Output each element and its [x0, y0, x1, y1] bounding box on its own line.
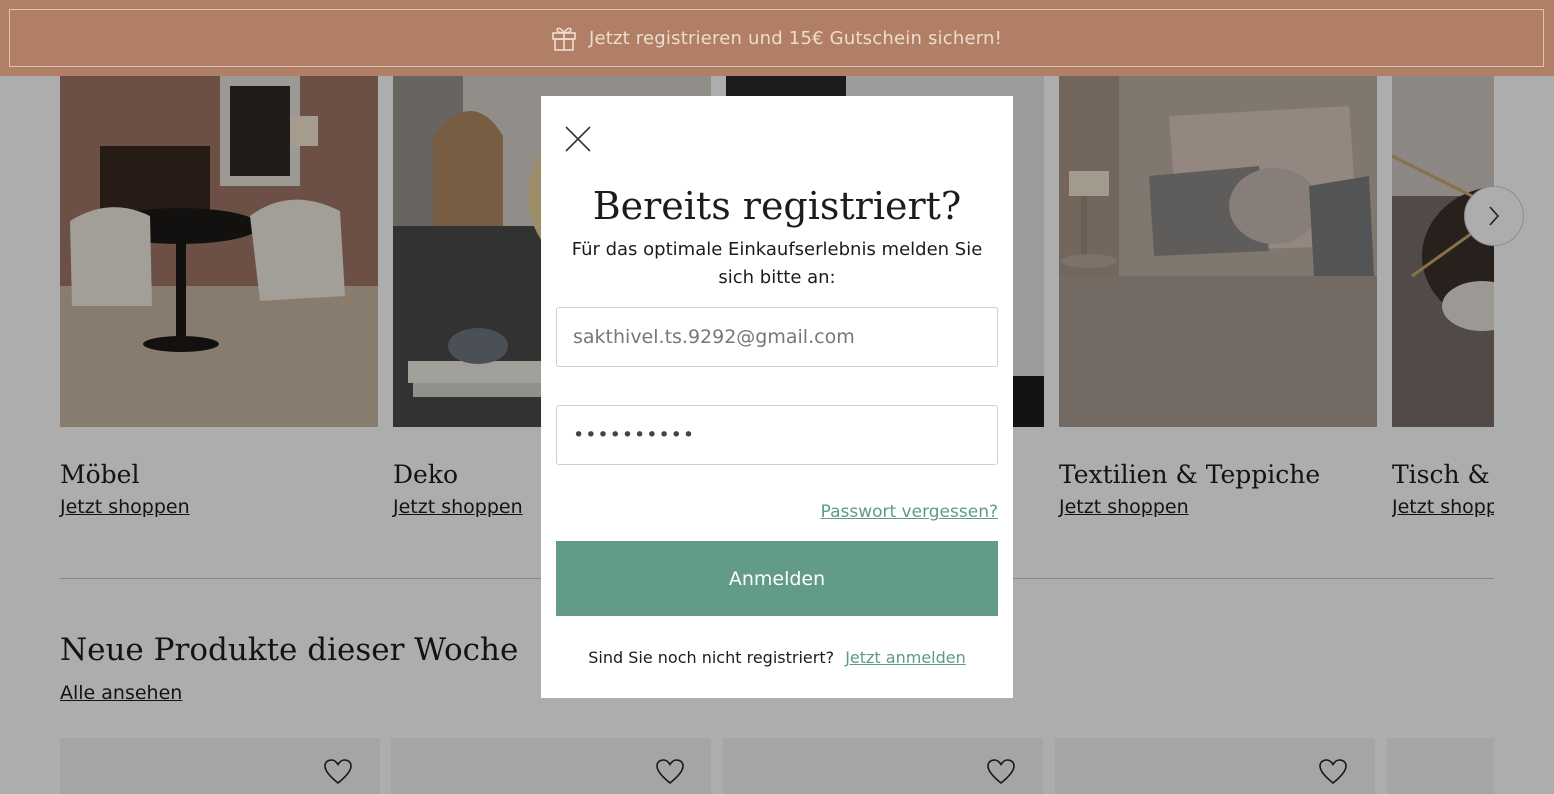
- password-field[interactable]: [556, 405, 998, 465]
- register-row: Sind Sie noch nicht registriert? Jetzt a…: [541, 648, 1013, 667]
- register-prompt: Sind Sie noch nicht registriert?: [588, 648, 835, 667]
- modal-title: Bereits registriert?: [592, 184, 962, 228]
- promo-text[interactable]: Jetzt registrieren und 15€ Gutschein sic…: [589, 28, 1002, 49]
- email-field[interactable]: [556, 307, 998, 367]
- gift-icon: [552, 27, 576, 51]
- promo-banner[interactable]: Jetzt registrieren und 15€ Gutschein sic…: [0, 0, 1554, 76]
- forgot-password-link[interactable]: Passwort vergessen?: [821, 502, 998, 522]
- close-icon: [565, 126, 591, 152]
- login-modal: Bereits registriert? Für das optimale Ei…: [541, 96, 1013, 698]
- close-button[interactable]: [563, 124, 593, 154]
- login-button[interactable]: Anmelden: [556, 541, 998, 616]
- register-link[interactable]: Jetzt anmelden: [845, 648, 966, 667]
- modal-subtitle: Für das optimale Einkaufserlebnis melden…: [571, 239, 983, 288]
- promo-banner-inner[interactable]: Jetzt registrieren und 15€ Gutschein sic…: [9, 9, 1544, 67]
